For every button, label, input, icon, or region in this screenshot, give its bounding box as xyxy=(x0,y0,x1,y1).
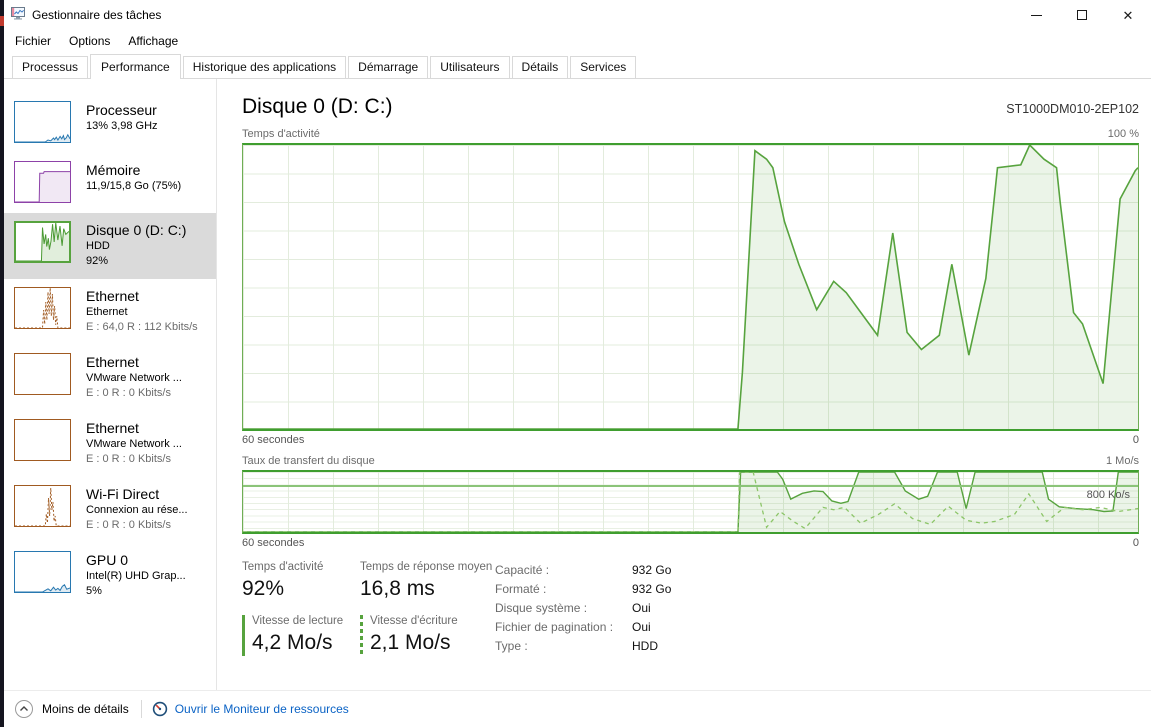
sidebar-item-title: Ethernet xyxy=(86,419,182,437)
property-row: Type :HDD xyxy=(495,637,1139,656)
sidebar-item-ethernet-3[interactable]: Ethernet VMware Network ... E : 0 R : 0 … xyxy=(4,411,216,477)
sidebar-item-detail: Intel(R) UHD Grap... xyxy=(86,569,186,584)
minimize-icon xyxy=(1031,15,1042,16)
background-window-edge xyxy=(0,0,4,727)
stat-write-speed: Vitesse d'écriture 2,1 Mo/s xyxy=(360,615,495,656)
property-row: Disque système :Oui xyxy=(495,599,1139,618)
menu-fichier[interactable]: Fichier xyxy=(6,32,60,50)
stat-avg-response-time: Temps de réponse moyen 16,8 ms xyxy=(360,561,495,602)
task-manager-window: Gestionnaire des tâches ✕ Fichier Option… xyxy=(4,0,1151,727)
ethernet-mini-chart xyxy=(14,419,71,461)
stat-active-time: Temps d'activité 92% xyxy=(242,561,360,602)
tab-historique-des-applications[interactable]: Historique des applications xyxy=(183,56,346,78)
sidebar-item-ethernet-1[interactable]: Ethernet Ethernet E : 64,0 R : 112 Kbits… xyxy=(4,279,216,345)
close-icon: ✕ xyxy=(1123,9,1134,22)
disk-mini-chart xyxy=(14,221,71,263)
sidebar-item-title: Ethernet xyxy=(86,287,198,305)
gpu-mini-chart xyxy=(14,551,71,593)
sidebar-item-memory[interactable]: Mémoire 11,9/15,8 Go (75%) xyxy=(4,153,216,213)
menu-affichage[interactable]: Affichage xyxy=(119,32,187,50)
transfer-axis-right: 0 xyxy=(1133,537,1139,549)
sidebar-item-detail: 5% xyxy=(86,584,186,599)
wifi-direct-mini-chart xyxy=(14,485,71,527)
tab-strip: Processus Performance Historique des app… xyxy=(4,52,1151,79)
property-row: Fichier de pagination :Oui xyxy=(495,618,1139,637)
disk-stats: Temps d'activité 92% Temps de réponse mo… xyxy=(242,561,1139,656)
activity-chart-max: 100 % xyxy=(1108,128,1139,140)
sidebar-item-cpu[interactable]: Processeur 13% 3,98 GHz xyxy=(4,93,216,153)
sidebar-item-detail: 92% xyxy=(86,254,186,269)
minimize-button[interactable] xyxy=(1013,0,1059,30)
title-bar: Gestionnaire des tâches ✕ xyxy=(4,0,1151,30)
disk-detail-panel: Disque 0 (D: C:) ST1000DM010-2EP102 Temp… xyxy=(217,79,1151,690)
memory-mini-chart xyxy=(14,161,71,203)
transfer-chart[interactable]: 800 Ko/s xyxy=(242,470,1139,534)
sidebar-item-detail: E : 0 R : 0 Kbits/s xyxy=(86,452,182,467)
tab-performance[interactable]: Performance xyxy=(90,54,181,79)
screen: Gestionnaire des tâches ✕ Fichier Option… xyxy=(0,0,1151,727)
window-controls: ✕ xyxy=(1013,0,1151,30)
tab-services[interactable]: Services xyxy=(570,56,636,78)
sidebar-item-disk0[interactable]: Disque 0 (D: C:) HDD 92% xyxy=(4,213,216,279)
sidebar-item-detail: HDD xyxy=(86,239,186,254)
window-title: Gestionnaire des tâches xyxy=(32,8,161,22)
task-manager-app-icon xyxy=(10,5,26,26)
sidebar-item-detail: VMware Network ... xyxy=(86,371,182,386)
ethernet-mini-chart xyxy=(14,353,71,395)
less-details-button[interactable]: Moins de détails xyxy=(42,702,129,716)
sidebar-item-title: GPU 0 xyxy=(86,551,186,569)
page-title: Disque 0 (D: C:) xyxy=(242,95,393,119)
sidebar-item-detail: VMware Network ... xyxy=(86,437,182,452)
property-row: Formaté :932 Go xyxy=(495,580,1139,599)
write-speed-legend-bar xyxy=(360,615,363,656)
activity-chart[interactable] xyxy=(242,143,1139,431)
property-row: Capacité :932 Go xyxy=(495,561,1139,580)
close-button[interactable]: ✕ xyxy=(1105,0,1151,30)
read-speed-legend-bar xyxy=(242,615,245,656)
tab-demarrage[interactable]: Démarrage xyxy=(348,56,428,78)
sidebar-item-title: Mémoire xyxy=(86,161,181,179)
transfer-axis-left: 60 secondes xyxy=(242,537,304,549)
transfer-chart-max: 1 Mo/s xyxy=(1106,455,1139,467)
ethernet-mini-chart xyxy=(14,287,71,329)
sidebar-item-detail: E : 0 R : 0 Kbits/s xyxy=(86,518,188,533)
activity-axis-left: 60 secondes xyxy=(242,434,304,446)
transfer-chart-label: Taux de transfert du disque xyxy=(242,455,375,467)
maximize-button[interactable] xyxy=(1059,0,1105,30)
sidebar-item-ethernet-2[interactable]: Ethernet VMware Network ... E : 0 R : 0 … xyxy=(4,345,216,411)
sidebar-item-title: Disque 0 (D: C:) xyxy=(86,221,186,239)
open-resource-monitor-link[interactable]: Ouvrir le Moniteur de ressources xyxy=(175,702,349,716)
sidebar-item-title: Ethernet xyxy=(86,353,182,371)
sidebar-item-detail: E : 64,0 R : 112 Kbits/s xyxy=(86,320,198,335)
resource-monitor-gauge-icon[interactable] xyxy=(152,701,168,717)
activity-axis-right: 0 xyxy=(1133,434,1139,446)
sidebar-item-detail: E : 0 R : 0 Kbits/s xyxy=(86,386,182,401)
performance-content: Processeur 13% 3,98 GHz Mémoire 11,9/15,… xyxy=(4,79,1151,690)
sidebar-item-detail: 13% 3,98 GHz xyxy=(86,119,158,134)
tab-utilisateurs[interactable]: Utilisateurs xyxy=(430,56,509,78)
cpu-mini-chart xyxy=(14,101,71,143)
sidebar-item-wifi-direct[interactable]: Wi-Fi Direct Connexion au rése... E : 0 … xyxy=(4,477,216,543)
sidebar-item-detail: Ethernet xyxy=(86,305,198,320)
tab-details[interactable]: Détails xyxy=(512,56,569,78)
status-bar: Moins de détails Ouvrir le Moniteur de r… xyxy=(4,690,1151,727)
disk-model: ST1000DM010-2EP102 xyxy=(1006,102,1139,116)
performance-sidebar: Processeur 13% 3,98 GHz Mémoire 11,9/15,… xyxy=(4,79,217,690)
menu-bar: Fichier Options Affichage xyxy=(4,30,1151,52)
background-window-red-fragment xyxy=(0,16,4,26)
tab-processus[interactable]: Processus xyxy=(12,56,88,78)
transfer-scale-marker: 800 Ko/s xyxy=(1087,489,1130,501)
sidebar-item-detail: Connexion au rése... xyxy=(86,503,188,518)
activity-chart-label: Temps d'activité xyxy=(242,128,320,140)
menu-options[interactable]: Options xyxy=(60,32,119,50)
sidebar-item-title: Wi-Fi Direct xyxy=(86,485,188,503)
sidebar-item-detail: 11,9/15,8 Go (75%) xyxy=(86,179,181,194)
stat-read-speed: Vitesse de lecture 4,2 Mo/s xyxy=(242,615,360,656)
chevron-up-circle-icon[interactable] xyxy=(14,699,34,719)
disk-properties: Capacité :932 Go Formaté :932 Go Disque … xyxy=(495,561,1139,656)
sidebar-item-gpu0[interactable]: GPU 0 Intel(R) UHD Grap... 5% xyxy=(4,543,216,609)
maximize-icon xyxy=(1077,10,1087,20)
sidebar-item-title: Processeur xyxy=(86,101,158,119)
footer-divider xyxy=(141,700,142,718)
